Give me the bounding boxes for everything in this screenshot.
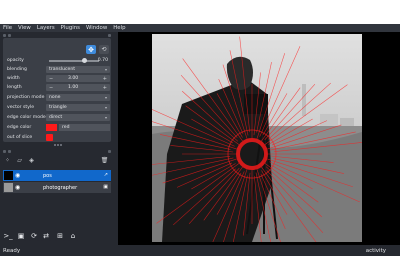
status-bar: Ready activity bbox=[0, 245, 400, 256]
chevron-down-icon: ▾ bbox=[104, 105, 107, 110]
top-whitespace bbox=[0, 0, 400, 24]
layer-name: pos bbox=[43, 173, 52, 179]
chevron-down-icon: ▾ bbox=[104, 95, 107, 100]
projection-mode-label: projection mode bbox=[7, 95, 45, 100]
layer-item-pos[interactable]: ◉ pos ↗ bbox=[3, 170, 111, 181]
opacity-slider-knob[interactable] bbox=[81, 58, 87, 63]
projection-mode-row: projection mode none ▾ bbox=[5, 94, 111, 102]
chevron-down-icon: ▾ bbox=[104, 67, 107, 72]
menu-help[interactable]: Help bbox=[113, 25, 125, 31]
dock-splitter-handle[interactable] bbox=[52, 144, 64, 146]
menu-bar: File View Layers Plugins Window Help bbox=[0, 24, 400, 32]
out-of-slice-checkbox[interactable] bbox=[46, 134, 53, 141]
edge-color-mode-label: edge color mode bbox=[7, 115, 46, 120]
increment-icon[interactable]: + bbox=[103, 85, 107, 91]
layer-name: photographer bbox=[43, 185, 78, 191]
float-icon[interactable] bbox=[8, 150, 11, 153]
menu-plugins[interactable]: Plugins bbox=[61, 25, 80, 31]
layer-buttons: ⁘ ▱ ◈ 🗑 bbox=[3, 156, 111, 166]
projection-mode-value: none bbox=[49, 95, 61, 100]
blending-row: blending translucent ▾ bbox=[5, 66, 111, 74]
roll-icon[interactable]: ⟳ bbox=[29, 231, 39, 241]
vector-style-select[interactable]: triangle ▾ bbox=[46, 104, 110, 111]
menu-view[interactable]: View bbox=[18, 25, 31, 31]
transpose-icon[interactable]: ⇄ bbox=[41, 231, 51, 241]
photographer-image[interactable] bbox=[152, 34, 362, 242]
length-row: length − 1.00 + bbox=[5, 84, 111, 92]
image-layer-icon: ▣ bbox=[103, 184, 108, 190]
blending-value: translucent bbox=[49, 67, 76, 72]
layer-thumbnail bbox=[4, 171, 13, 180]
menu-window[interactable]: Window bbox=[86, 25, 107, 31]
points-icon[interactable]: ⁘ bbox=[3, 156, 12, 165]
length-value: 1.00 bbox=[68, 85, 79, 90]
bottom-whitespace bbox=[0, 256, 400, 280]
opacity-label: opacity bbox=[7, 58, 24, 63]
increment-icon[interactable]: + bbox=[103, 76, 107, 82]
vector-style-value: triangle bbox=[49, 105, 67, 110]
edge-color-row: edge color red bbox=[5, 124, 111, 132]
blending-select[interactable]: translucent ▾ bbox=[46, 66, 110, 73]
decrement-icon[interactable]: − bbox=[49, 76, 53, 82]
width-value: 3.00 bbox=[68, 76, 79, 81]
grid-icon[interactable]: ⊞ bbox=[55, 231, 65, 241]
opacity-slider[interactable] bbox=[49, 58, 99, 63]
close-icon[interactable] bbox=[3, 150, 6, 153]
float-icon[interactable] bbox=[8, 34, 11, 37]
console-icon[interactable]: >_ bbox=[3, 231, 13, 241]
labels-icon[interactable]: ◈ bbox=[27, 156, 36, 165]
edge-color-swatch[interactable] bbox=[46, 124, 57, 131]
grip-icon[interactable] bbox=[108, 150, 111, 153]
ndisplay-icon[interactable]: ▣ bbox=[16, 231, 26, 241]
edge-color-label: edge color bbox=[7, 125, 32, 130]
vectors-layer-icon: ↗ bbox=[103, 172, 108, 178]
out-of-slice-row: out of slice bbox=[5, 134, 111, 142]
menu-layers[interactable]: Layers bbox=[37, 25, 55, 31]
opacity-value: 0.70 bbox=[97, 58, 108, 63]
eye-icon[interactable]: ◉ bbox=[15, 172, 22, 179]
width-label: width bbox=[7, 76, 20, 81]
projection-mode-select[interactable]: none ▾ bbox=[46, 94, 110, 101]
chevron-down-icon: ▾ bbox=[104, 115, 107, 120]
status-text: Ready bbox=[3, 248, 21, 254]
width-spinbox[interactable]: − 3.00 + bbox=[46, 75, 110, 82]
shapes-icon[interactable]: ▱ bbox=[15, 156, 24, 165]
edge-color-value: red bbox=[62, 125, 70, 130]
eye-icon[interactable]: ◉ bbox=[15, 184, 22, 191]
activity-button[interactable]: activity bbox=[366, 248, 386, 254]
layer-thumbnail bbox=[4, 183, 13, 192]
viewer-buttons: >_ ▣ ⟳ ⇄ ⊞ ⌂ bbox=[0, 229, 118, 243]
menu-file[interactable]: File bbox=[3, 25, 12, 31]
decrement-icon[interactable]: − bbox=[49, 85, 53, 91]
layer-item-photographer[interactable]: ◉ photographer ▣ bbox=[3, 182, 111, 193]
layer-list-titlebar bbox=[3, 149, 111, 154]
blending-label: blending bbox=[7, 67, 27, 72]
layer-list: ◉ pos ↗ ◉ photographer ▣ bbox=[3, 168, 111, 214]
delete-icon[interactable]: 🗑 bbox=[100, 156, 109, 165]
edge-color-mode-select[interactable]: direct ▾ bbox=[46, 114, 110, 121]
vector-style-row: vector style triangle ▾ bbox=[5, 104, 111, 112]
length-spinbox[interactable]: − 1.00 + bbox=[46, 84, 110, 91]
photographer-image-render bbox=[152, 34, 362, 242]
length-label: length bbox=[7, 85, 22, 90]
edge-color-mode-row: edge color mode direct ▾ bbox=[5, 114, 111, 122]
move-icon[interactable]: ✥ bbox=[86, 45, 96, 54]
edge-color-input[interactable]: red bbox=[59, 124, 110, 131]
close-icon[interactable] bbox=[3, 34, 6, 37]
opacity-row: opacity 0.70 bbox=[5, 57, 111, 65]
transform-icon[interactable]: ⟲ bbox=[99, 45, 109, 54]
edge-color-mode-value: direct bbox=[49, 115, 63, 120]
out-of-slice-label: out of slice bbox=[7, 135, 33, 140]
vector-style-label: vector style bbox=[7, 105, 35, 110]
home-icon[interactable]: ⌂ bbox=[68, 231, 78, 241]
width-row: width − 3.00 + bbox=[5, 75, 111, 83]
grip-icon[interactable] bbox=[108, 34, 111, 37]
